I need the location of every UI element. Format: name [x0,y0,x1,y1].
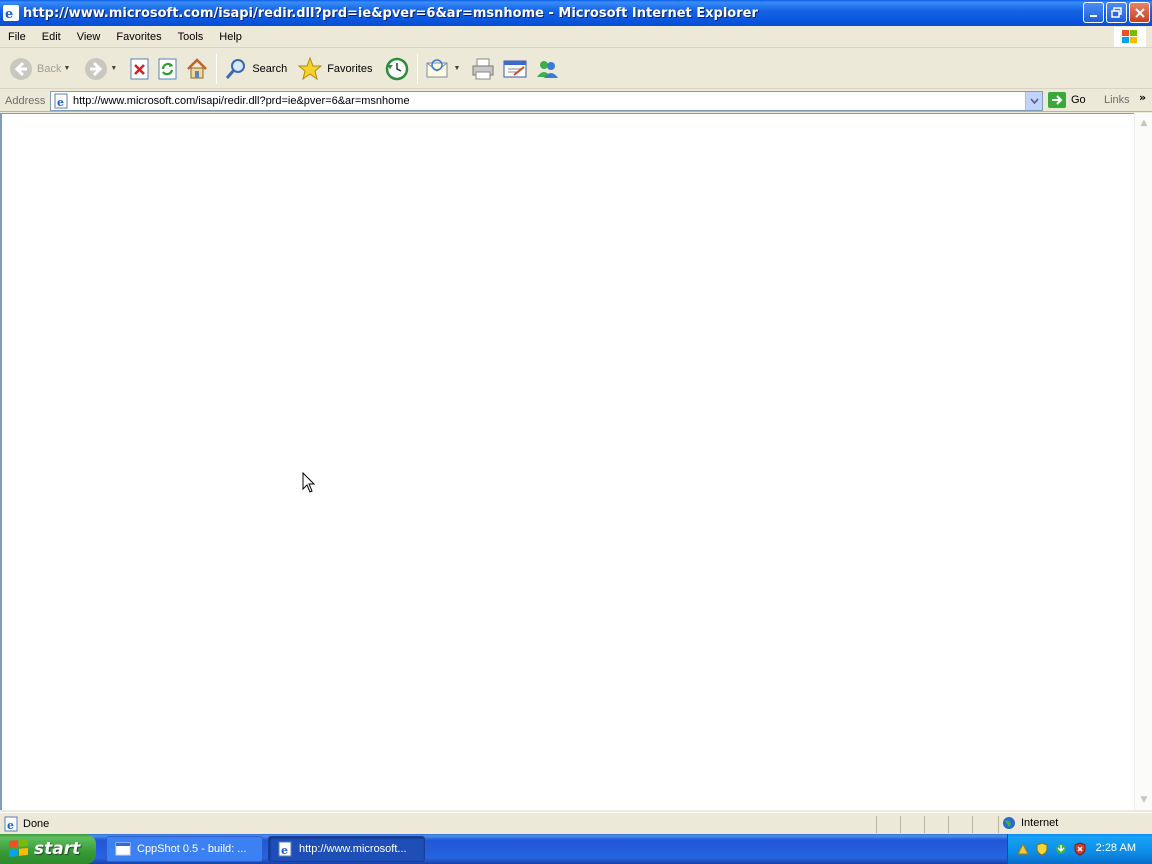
links-chevron-icon[interactable]: » [1139,91,1146,104]
history-button[interactable] [381,53,413,85]
ie-icon: e [3,5,19,21]
address-url[interactable]: http://www.microsoft.com/isapi/redir.dll… [73,95,410,107]
back-button[interactable]: Back ▼ [6,53,73,85]
address-label: Address [5,94,46,107]
status-divider [900,816,901,833]
search-label: Search [252,62,288,75]
scroll-up-icon[interactable]: ▲ [1136,115,1152,131]
links-toolbar[interactable]: Links [1104,94,1130,106]
favorites-label: Favorites [327,62,373,75]
minimize-icon [1089,14,1097,17]
svg-text:e: e [7,819,14,832]
address-field[interactable]: e http://www.microsoft.com/isapi/redir.d… [50,91,1043,111]
star-icon [297,56,323,80]
start-label: start [34,839,81,859]
search-button[interactable]: Search [221,53,290,85]
restore-icon [1110,6,1122,18]
mail-icon [426,58,448,77]
search-icon [226,58,246,79]
mail-button[interactable]: ▼ [422,53,463,85]
menu-edit[interactable]: Edit [34,31,69,43]
globe-icon [1003,817,1015,829]
page-icon: e [54,93,68,109]
status-divider [948,816,949,833]
go-label: Go [1071,94,1086,106]
menu-favorites[interactable]: Favorites [108,31,169,43]
toolbar-separator [216,53,218,84]
messenger-icon [537,60,559,78]
messenger-button[interactable] [531,53,563,85]
vertical-scrollbar[interactable]: ▲ ▼ [1134,113,1152,810]
refresh-button[interactable] [154,53,182,85]
window-title: http://www.microsoft.com/isapi/redir.dll… [23,5,758,21]
shield-icon[interactable] [1035,842,1049,856]
page-status-icon: e [4,816,18,832]
forward-button[interactable]: ▼ [81,53,120,85]
printer-icon [472,58,494,79]
standard-toolbar: Back ▼ ▼ Search Favorites ▼ [0,49,1152,89]
status-divider [924,816,925,833]
zone-label: Internet [1021,817,1059,829]
task-label: CppShot 0.5 - build: ... [137,843,247,855]
start-button[interactable]: start [0,834,96,864]
status-bar: e Done Internet [0,812,1152,834]
status-text: Done [23,817,50,830]
stop-icon [130,58,149,79]
svg-text:e: e [5,7,13,20]
menu-help[interactable]: Help [211,31,250,43]
title-bar[interactable]: e http://www.microsoft.com/isapi/redir.d… [0,0,1152,26]
system-tray: 2:28 AM [1007,834,1152,864]
close-icon [1134,7,1145,18]
mouse-cursor-icon [302,471,316,497]
stop-button[interactable] [126,53,154,85]
status-divider [876,816,877,833]
window-icon [115,842,131,856]
menu-tools[interactable]: Tools [170,31,212,43]
status-divider [998,816,999,833]
favorites-button[interactable]: Favorites [294,53,375,85]
history-icon [386,57,409,80]
home-icon [187,57,208,78]
windows-flag-icon [9,839,28,857]
status-divider [972,816,973,833]
scroll-down-icon[interactable]: ▼ [1136,792,1152,808]
security-zone[interactable]: Internet [1002,816,1058,830]
back-label: Back [37,62,62,75]
menu-view[interactable]: View [69,31,109,43]
taskbar: start CppShot 0.5 - build: ... e http://… [0,834,1152,864]
menu-bar: File Edit View Favorites Tools Help [0,26,1152,48]
clock[interactable]: 2:28 AM [1096,842,1136,854]
windows-logo-icon [1114,27,1146,47]
edit-page-icon [503,60,527,77]
chevron-down-icon [1029,98,1039,104]
ie-icon: e [278,841,292,857]
update-icon[interactable] [1054,842,1068,856]
back-arrow-icon [10,57,32,80]
go-arrow-icon [1048,92,1066,108]
forward-arrow-icon [85,57,108,80]
edit-button[interactable] [499,53,531,85]
page-content[interactable] [0,113,1134,810]
security-alert-icon[interactable] [1073,842,1087,856]
svg-text:e: e [281,844,288,857]
go-button[interactable]: Go [1047,91,1086,109]
home-button[interactable] [182,53,212,85]
back-dropdown-icon[interactable]: ▼ [63,65,70,72]
address-bar: Address e http://www.microsoft.com/isapi… [0,90,1152,112]
forward-dropdown-icon[interactable]: ▼ [110,65,117,72]
close-button[interactable] [1129,2,1150,23]
minimize-button[interactable] [1083,2,1104,23]
taskbar-item-ie[interactable]: e http://www.microsoft... [268,836,425,862]
restore-button[interactable] [1106,2,1127,23]
taskbar-item-cppshot[interactable]: CppShot 0.5 - build: ... [106,836,263,862]
print-button[interactable] [467,53,499,85]
toolbar-separator [417,53,419,84]
network-icon[interactable] [1016,842,1030,856]
refresh-icon [158,58,177,79]
svg-text:e: e [57,96,64,109]
address-dropdown-button[interactable] [1025,92,1042,110]
menu-file[interactable]: File [0,31,34,43]
task-label: http://www.microsoft... [299,843,407,855]
mail-dropdown-icon[interactable]: ▼ [453,65,460,72]
